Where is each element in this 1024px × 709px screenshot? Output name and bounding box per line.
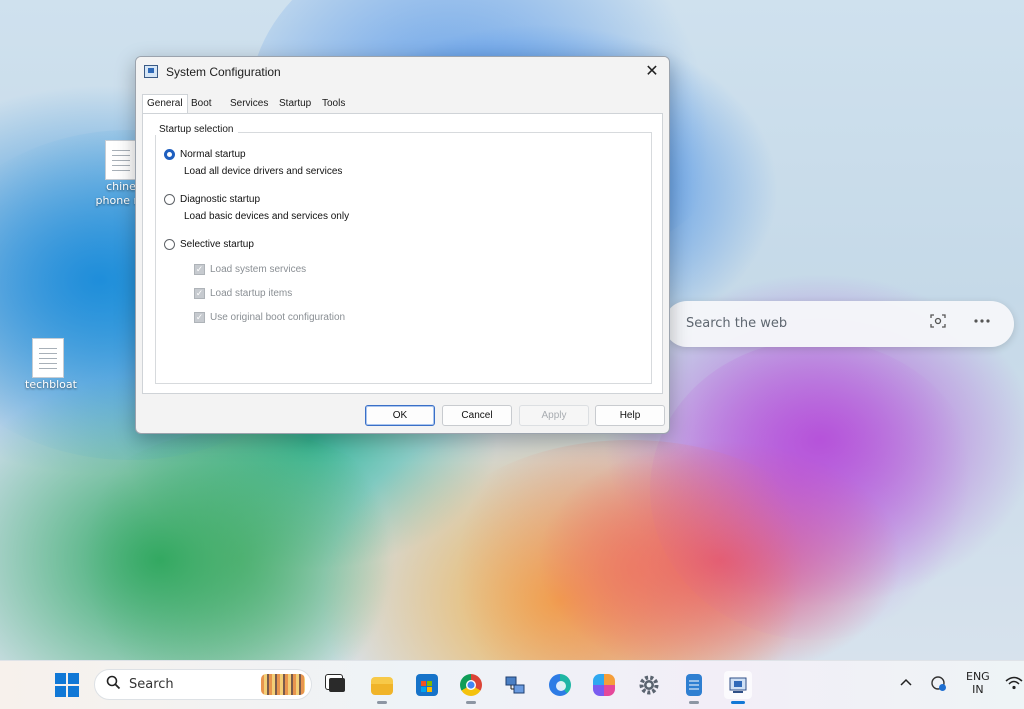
file-explorer-button[interactable] (368, 671, 396, 704)
radio-description: Load all device drivers and services (184, 166, 343, 177)
more-options-icon[interactable] (972, 313, 992, 333)
active-indicator (731, 701, 745, 704)
radio-label: Selective startup (180, 239, 254, 250)
task-view-icon (329, 678, 345, 692)
dialog-title: System Configuration (166, 65, 281, 79)
tab-general[interactable]: General (142, 94, 188, 114)
web-search-input[interactable]: Search the web (686, 316, 787, 331)
radio-label: Diagnostic startup (180, 194, 261, 205)
taskbar-search-label: Search (129, 677, 174, 692)
checkbox-checked-icon: ✓ (194, 312, 205, 323)
wallpaper-swirl (60, 430, 420, 660)
running-indicator (377, 701, 387, 704)
store-button[interactable] (413, 671, 441, 699)
tab-startup[interactable]: Startup (275, 95, 315, 112)
radio-label: Normal startup (180, 149, 246, 160)
radio-description: Load basic devices and services only (184, 211, 350, 222)
notepad-icon (686, 674, 702, 696)
taskbar-search-box[interactable]: Search (94, 669, 312, 700)
system-configuration-dialog: System Configuration ✕ General Boot Serv… (135, 56, 670, 434)
document-icon (105, 140, 137, 180)
msconfig-icon (727, 674, 749, 696)
task-view-button[interactable] (323, 671, 351, 699)
search-icon (106, 675, 121, 694)
checkbox-label: Use original boot configuration (210, 312, 346, 323)
dialog-titlebar[interactable]: System Configuration ✕ (136, 57, 669, 89)
radio-checked-icon[interactable] (164, 149, 175, 160)
search-highlight-icon (261, 674, 305, 695)
checkbox-checked-icon: ✓ (194, 264, 205, 275)
msconfig-taskbar-button[interactable] (724, 671, 752, 704)
edge-icon (549, 674, 571, 696)
tab-services[interactable]: Services (226, 95, 272, 112)
network-status-icon[interactable] (930, 675, 948, 696)
checkbox-label: Load system services (210, 264, 307, 275)
chrome-button[interactable] (457, 671, 485, 704)
language-code: ENG (966, 670, 990, 683)
radio-unchecked-icon[interactable] (164, 194, 175, 205)
notepad-button[interactable] (680, 671, 708, 704)
help-button[interactable]: Help (595, 405, 665, 426)
tab-tools[interactable]: Tools (318, 95, 349, 112)
web-search-widget[interactable]: Search the web (664, 301, 1014, 347)
desktop-icon-label: techbloat (25, 378, 77, 391)
language-indicator[interactable]: ENG IN (966, 670, 990, 696)
checkbox-label: Load startup items (210, 288, 293, 299)
store-icon (416, 674, 438, 696)
msconfig-app-icon (144, 65, 158, 78)
gear-icon (638, 674, 660, 696)
general-tab-panel: Startup selection Normal startup Load al… (142, 113, 663, 394)
copilot-icon (593, 674, 615, 696)
taskbar: Search ENG IN (0, 660, 1024, 709)
language-region: IN (972, 683, 984, 696)
network-app-button[interactable] (501, 671, 529, 699)
tab-boot[interactable]: Boot (187, 95, 216, 112)
document-icon (32, 338, 64, 378)
settings-button[interactable] (635, 671, 663, 699)
running-indicator (689, 701, 699, 704)
checkbox-checked-icon: ✓ (194, 288, 205, 299)
show-hidden-icons-button[interactable] (900, 677, 912, 690)
windows-logo-icon (55, 673, 79, 697)
group-title: Startup selection (155, 124, 238, 135)
apply-button[interactable]: Apply (519, 405, 589, 426)
ok-button[interactable]: OK (365, 405, 435, 426)
radio-unchecked-icon[interactable] (164, 239, 175, 250)
copilot-button[interactable] (590, 671, 618, 699)
network-computers-icon (504, 674, 526, 696)
folder-icon (371, 677, 393, 695)
visual-search-icon[interactable] (928, 313, 948, 333)
cancel-button[interactable]: Cancel (442, 405, 512, 426)
desktop-icon-techbloat[interactable]: techbloat (25, 338, 77, 392)
edge-button[interactable] (546, 671, 574, 699)
wifi-icon[interactable] (1005, 675, 1023, 694)
close-button[interactable]: ✕ (635, 57, 669, 87)
start-button[interactable] (53, 671, 81, 699)
chrome-icon (460, 674, 482, 696)
running-indicator (466, 701, 476, 704)
